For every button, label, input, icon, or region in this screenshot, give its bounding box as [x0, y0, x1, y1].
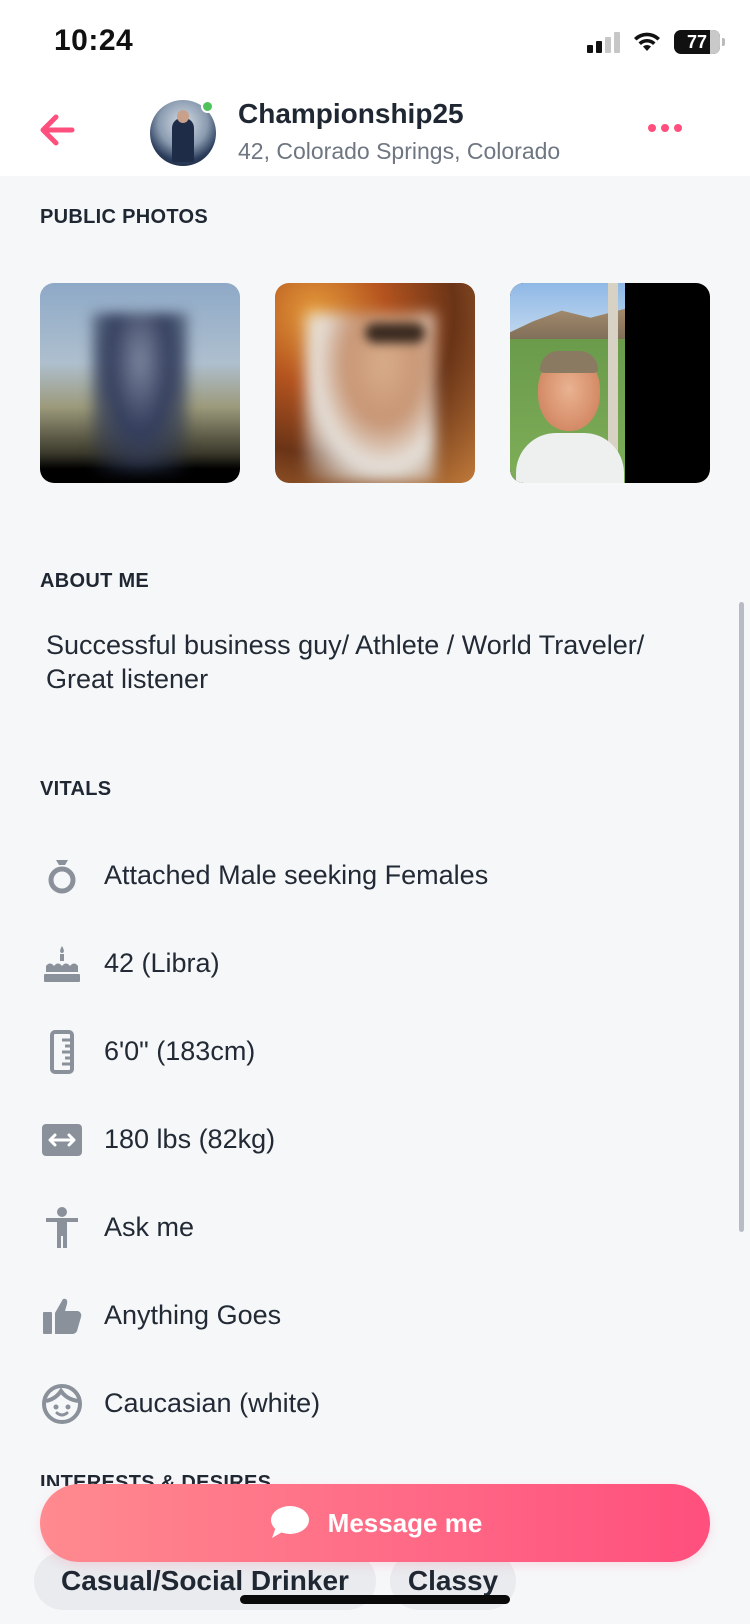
battery-icon: 77 — [674, 30, 725, 54]
vital-row-preference: Anything Goes — [40, 1294, 281, 1338]
arrow-left-icon — [40, 114, 75, 146]
public-photo-2[interactable] — [275, 283, 475, 483]
chat-bubble-icon — [270, 1506, 309, 1538]
vital-row-height: 6'0" (183cm) — [40, 1030, 255, 1074]
public-photo-1[interactable] — [40, 283, 240, 483]
vital-label: 6'0" (183cm) — [104, 1036, 256, 1066]
status-time: 10:24 — [54, 24, 134, 57]
message-me-button[interactable]: Message me — [40, 1484, 710, 1562]
vital-row-weight: 180 lbs (82kg) — [40, 1118, 275, 1162]
wifi-icon — [634, 32, 660, 51]
section-title-public-photos: PUBLIC PHOTOS — [40, 206, 208, 228]
scrollbar[interactable] — [739, 602, 744, 1232]
vital-label: Attached Male seeking Females — [104, 860, 489, 890]
username: Championship25 — [238, 98, 464, 129]
vital-row-body-type: Ask me — [40, 1206, 194, 1250]
profile-header: Championship25 42, Colorado Springs, Col… — [0, 88, 750, 176]
width-arrows-icon — [40, 1118, 84, 1162]
vital-label: Caucasian (white) — [104, 1388, 321, 1418]
signal-icon — [587, 31, 620, 53]
back-button[interactable] — [36, 108, 80, 152]
ring-icon — [40, 854, 84, 898]
vital-label: Ask me — [104, 1212, 195, 1242]
vital-row-age: 42 (Libra) — [40, 942, 220, 986]
battery-level: 77 — [686, 31, 708, 52]
cake-icon — [40, 942, 84, 986]
vital-row-status: Attached Male seeking Females — [40, 854, 488, 898]
status-bar: 10:24 77 — [0, 0, 750, 88]
vital-label: 42 (Libra) — [104, 948, 220, 978]
online-status-dot — [201, 100, 214, 113]
section-title-vitals: VITALS — [40, 778, 112, 800]
body-icon — [40, 1206, 84, 1250]
about-me-text: Successful business guy/ Athlete / World… — [46, 630, 645, 694]
vital-label: Anything Goes — [104, 1300, 282, 1330]
vital-label: 180 lbs (82kg) — [104, 1124, 276, 1154]
public-photo-3[interactable] — [510, 283, 710, 483]
message-me-label: Message me — [327, 1507, 483, 1538]
face-icon — [40, 1382, 84, 1426]
thumbs-up-icon — [40, 1294, 84, 1338]
status-icons: 77 — [587, 30, 725, 54]
vital-row-ethnicity: Caucasian (white) — [40, 1382, 320, 1426]
more-options-button[interactable] — [648, 118, 688, 138]
home-indicator — [240, 1595, 510, 1604]
profile-subline: 42, Colorado Springs, Colorado — [238, 138, 561, 164]
avatar[interactable] — [150, 100, 216, 166]
section-title-about-me: ABOUT ME — [40, 570, 150, 592]
ruler-icon — [40, 1030, 84, 1074]
